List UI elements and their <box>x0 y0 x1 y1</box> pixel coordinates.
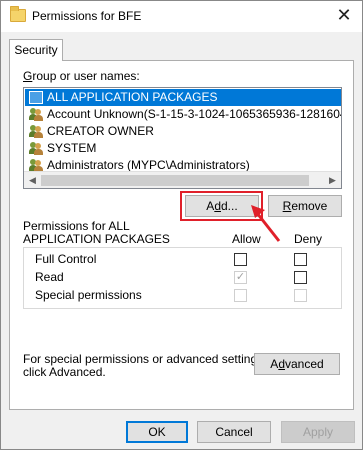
scroll-right-icon[interactable]: ▶ <box>324 172 341 188</box>
users-icon <box>29 108 43 121</box>
permission-row-full-control: Full Control <box>24 250 341 268</box>
permissions-heading-line2: APPLICATION PACKAGES <box>23 232 170 246</box>
apply-button: Apply <box>281 421 355 443</box>
user-name: ALL APPLICATION PACKAGES <box>47 90 218 104</box>
permission-row-read: Read ✓ <box>24 268 341 286</box>
deny-column-header: Deny <box>294 232 323 246</box>
remove-button[interactable]: Remove <box>268 195 342 217</box>
horizontal-scrollbar[interactable]: ◀ ▶ <box>24 171 341 188</box>
advanced-note-line2: click Advanced. <box>23 365 106 379</box>
title-bar: Permissions for BFE ✕ <box>1 1 362 32</box>
permission-name: Full Control <box>35 252 97 266</box>
group-label-rest: roup or user names: <box>32 69 140 83</box>
permissions-heading-line1: Permissions for ALL <box>23 219 130 233</box>
group-label: Group or user names: <box>23 69 140 83</box>
add-button[interactable]: Add... <box>185 195 259 217</box>
allow-checkbox-disabled <box>234 289 247 302</box>
user-name: Account Unknown(S-1-15-3-1024-1065365936… <box>47 107 342 121</box>
advanced-note-line1: For special permissions or advanced sett… <box>23 352 267 366</box>
permission-row-special: Special permissions <box>24 286 341 304</box>
permissions-table: Full Control Read ✓ Special permissions <box>23 247 342 309</box>
close-icon[interactable]: ✕ <box>334 5 354 25</box>
users-icon <box>29 142 43 155</box>
ok-button[interactable]: OK <box>126 421 188 443</box>
list-item-account-unknown[interactable]: Account Unknown(S-1-15-3-1024-1065365936… <box>25 106 342 123</box>
group-label-accel: G <box>23 69 33 83</box>
allow-column-header: Allow <box>232 232 261 246</box>
user-name: CREATOR OWNER <box>47 124 154 138</box>
window-title: Permissions for BFE <box>32 9 142 23</box>
tab-security[interactable]: Security <box>9 39 63 61</box>
scroll-left-icon[interactable]: ◀ <box>24 172 41 188</box>
list-item-system[interactable]: SYSTEM <box>25 140 341 157</box>
user-list[interactable]: ALL APPLICATION PACKAGES Account Unknown… <box>23 87 342 189</box>
deny-checkbox-disabled <box>294 289 307 302</box>
list-item-all-application-packages[interactable]: ALL APPLICATION PACKAGES <box>25 89 341 106</box>
cancel-button[interactable]: Cancel <box>197 421 271 443</box>
deny-checkbox[interactable] <box>294 253 307 266</box>
deny-checkbox[interactable] <box>294 271 307 284</box>
users-icon <box>29 125 43 138</box>
allow-checkbox-checked[interactable]: ✓ <box>234 271 247 284</box>
permission-name: Read <box>35 270 64 284</box>
permission-name: Special permissions <box>35 288 142 302</box>
advanced-button[interactable]: Advanced <box>254 353 340 375</box>
user-name: SYSTEM <box>47 141 97 155</box>
scroll-thumb[interactable] <box>41 175 309 186</box>
allow-checkbox[interactable] <box>234 253 247 266</box>
list-item-creator-owner[interactable]: CREATOR OWNER <box>25 123 341 140</box>
permissions-dialog: Permissions for BFE ✕ Security Group or … <box>0 0 363 450</box>
folder-icon <box>10 6 26 22</box>
computer-icon <box>29 91 43 104</box>
